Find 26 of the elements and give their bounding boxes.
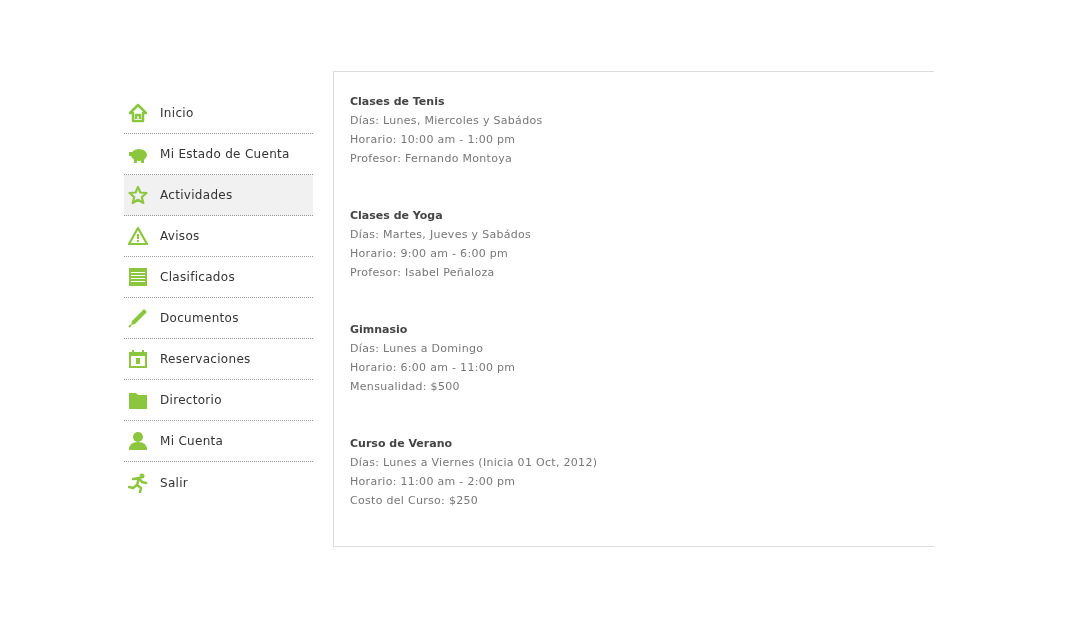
- activity-detail: Días: Martes, Jueves y Sabádos: [350, 227, 533, 243]
- activity-detail: Días: Lunes a Viernes (Inicia 01 Oct, 2012): [350, 455, 599, 471]
- activity-title: Curso de Verano: [350, 436, 454, 452]
- activity-detail: Días: Lunes, Miercoles y Sabádos: [350, 113, 544, 129]
- runner-icon: [128, 472, 148, 493]
- activity-detail: Horario: 10:00 am - 1:00 pm: [350, 132, 517, 148]
- star-icon: [128, 185, 148, 205]
- activity-detail: Profesor: Fernando Montoya: [350, 151, 514, 167]
- warning-icon: [128, 226, 148, 246]
- activity-detail: Horario: 6:00 am - 11:00 pm: [350, 360, 517, 376]
- activity-title: Gimnasio: [350, 322, 409, 338]
- activity-detail: Horario: 11:00 am - 2:00 pm: [350, 474, 517, 490]
- user-icon: [128, 431, 148, 451]
- home-icon: [128, 103, 148, 123]
- activity-detail: Profesor: Isabel Peñaloza: [350, 265, 496, 281]
- activity-detail: Días: Lunes a Domingo: [350, 341, 485, 357]
- folder-icon: [128, 390, 148, 410]
- list-icon: [128, 267, 148, 287]
- sidebar-item[interactable]: Actividades: [124, 175, 313, 216]
- activity-detail: Costo del Curso: $250: [350, 493, 480, 509]
- calendar-icon: [128, 349, 148, 369]
- activity-detail: Mensualidad: $500: [350, 379, 461, 395]
- activity-detail: Horario: 9:00 am - 6:00 pm: [350, 246, 510, 262]
- activity-title: Clases de Tenis: [350, 94, 446, 110]
- activity-title: Clases de Yoga: [350, 208, 444, 224]
- pen-icon: [128, 308, 148, 328]
